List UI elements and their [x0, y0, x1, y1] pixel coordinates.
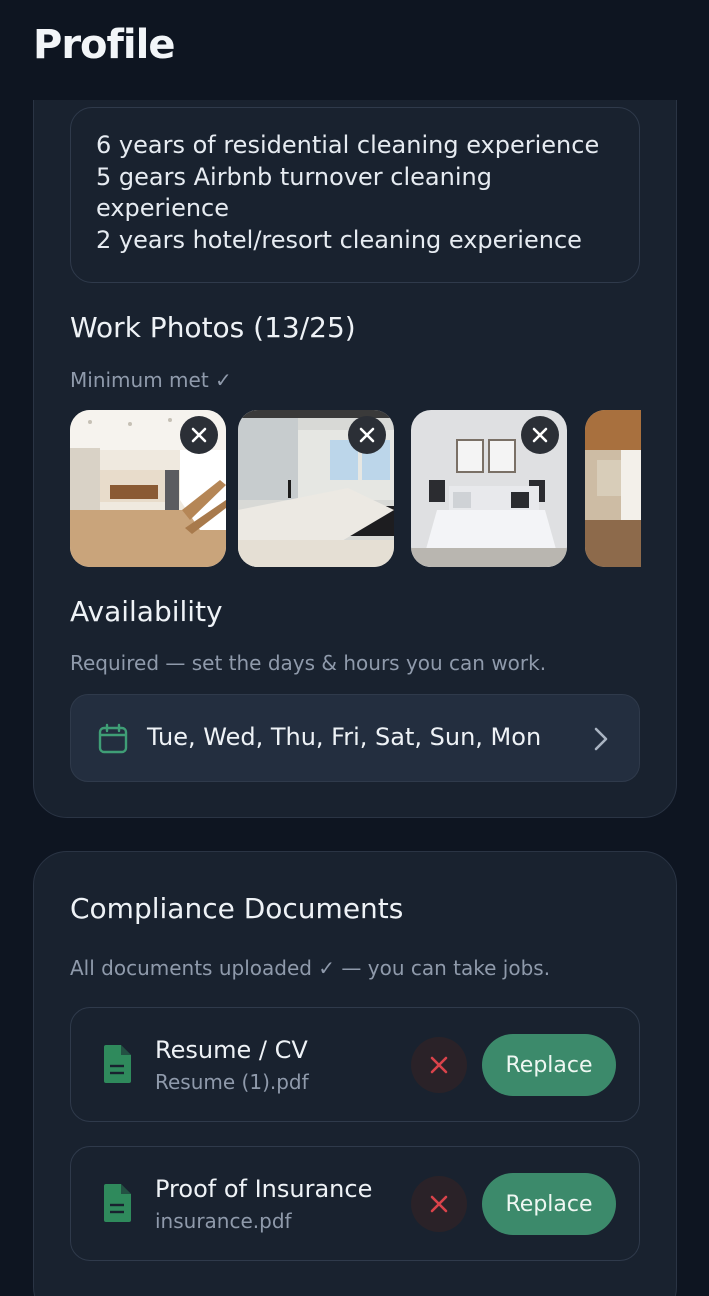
- document-title: Resume / CV: [155, 1036, 308, 1064]
- document-row-resume: Resume / CV Resume (1).pdf Replace: [70, 1007, 640, 1122]
- work-photo[interactable]: [70, 410, 226, 567]
- document-row-insurance: Proof of Insurance insurance.pdf Replace: [70, 1146, 640, 1261]
- document-title: Proof of Insurance: [155, 1175, 373, 1203]
- remove-photo-button[interactable]: [348, 416, 386, 454]
- remove-photo-button[interactable]: [180, 416, 218, 454]
- close-icon: [191, 427, 207, 443]
- profile-details-card: 6 years of residential cleaning experien…: [33, 60, 677, 818]
- work-photo[interactable]: [238, 410, 394, 567]
- experience-text-field[interactable]: 6 years of residential cleaning experien…: [70, 107, 640, 283]
- close-icon: [359, 427, 375, 443]
- work-photos-carousel[interactable]: [70, 410, 641, 569]
- file-icon: [104, 1045, 131, 1083]
- availability-selector[interactable]: Tue, Wed, Thu, Fri, Sat, Sun, Mon: [70, 694, 640, 782]
- app-header: Profile: [0, 0, 709, 100]
- file-icon: [104, 1184, 131, 1222]
- profile-screen: Profile 6 years of residential cleaning …: [0, 0, 709, 1296]
- delete-document-button[interactable]: [411, 1037, 467, 1093]
- close-icon: [430, 1195, 448, 1213]
- document-filename: Resume (1).pdf: [155, 1070, 309, 1094]
- work-photo[interactable]: [411, 410, 567, 567]
- calendar-icon: [98, 723, 128, 754]
- replace-document-button[interactable]: Replace: [482, 1034, 616, 1096]
- close-icon: [532, 427, 548, 443]
- experience-text: 6 years of residential cleaning experien…: [96, 131, 600, 254]
- work-photos-title: Work Photos (13/25): [70, 311, 356, 344]
- compliance-documents-card: Compliance Documents All documents uploa…: [33, 851, 677, 1296]
- document-filename: insurance.pdf: [155, 1209, 292, 1233]
- availability-days: Tue, Wed, Thu, Fri, Sat, Sun, Mon: [147, 723, 542, 751]
- delete-document-button[interactable]: [411, 1176, 467, 1232]
- availability-title: Availability: [70, 595, 223, 628]
- replace-document-button[interactable]: Replace: [482, 1173, 616, 1235]
- work-photo[interactable]: [585, 410, 641, 567]
- photo-wood-ceiling-room: [585, 410, 641, 567]
- close-icon: [430, 1056, 448, 1074]
- compliance-title: Compliance Documents: [70, 892, 404, 925]
- chevron-right-icon: [594, 727, 608, 751]
- compliance-subtitle: All documents uploaded ✓ — you can take …: [70, 956, 551, 980]
- availability-subtitle: Required — set the days & hours you can …: [70, 651, 547, 675]
- page-title: Profile: [33, 22, 175, 68]
- remove-photo-button[interactable]: [521, 416, 559, 454]
- work-photos-status: Minimum met ✓: [70, 368, 232, 392]
